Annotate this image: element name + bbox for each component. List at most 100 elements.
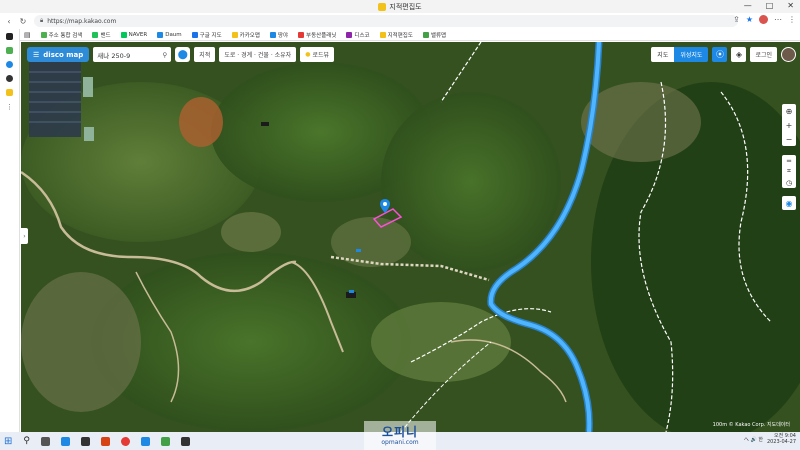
edge-icon[interactable] [60, 436, 70, 446]
bookmark-star-icon[interactable]: ★ [746, 15, 753, 24]
map-view-option[interactable]: 지도 [651, 47, 675, 62]
chrome-icon[interactable] [120, 436, 130, 446]
watermark-title: 오피니 [381, 424, 419, 439]
lock-icon: 🔒︎ [40, 17, 44, 24]
bookmark-item[interactable]: 지적편집도 [379, 31, 413, 39]
reload-icon[interactable]: ↻ [18, 17, 28, 26]
bookmark-icon [191, 31, 198, 38]
bookmark-icon [157, 31, 164, 38]
roadview-chip[interactable]: ● 로드뷰 [300, 47, 335, 62]
sidebar-green-icon[interactable] [6, 47, 13, 54]
bookmark-item[interactable]: 부동산플래닛 [298, 31, 336, 39]
tray-icons[interactable]: へ 🔊 한 [744, 436, 763, 443]
pin-button[interactable]: ⬤ [175, 47, 191, 62]
maximize-button[interactable]: □ [766, 1, 774, 10]
my-location-button[interactable]: ◉ [782, 196, 796, 210]
bookmark-icon [92, 31, 99, 38]
user-avatar[interactable] [781, 47, 796, 62]
bookmark-icon [298, 31, 305, 38]
measure-distance-icon[interactable]: ═ [787, 155, 791, 166]
profile-icon[interactable] [759, 15, 768, 24]
layers-icon: ◈ [735, 50, 743, 59]
history-icon[interactable]: ◷ [786, 177, 792, 188]
cadastral-chip[interactable]: 지적 [194, 47, 216, 62]
sidebar-blue-icon[interactable] [6, 61, 13, 68]
bookmark-item[interactable]: 디스코 [346, 31, 370, 39]
sidebar-dark-icon[interactable] [6, 75, 13, 82]
search-taskbar-icon[interactable]: ⚲ [23, 436, 30, 446]
window-titlebar: 지적편집도 — □ ✕ [0, 0, 800, 13]
sidebar-yellow-icon[interactable] [6, 89, 13, 96]
bookmark-item[interactable]: 땅야 [269, 31, 288, 39]
close-button[interactable]: ✕ [787, 1, 794, 10]
location-button[interactable]: ⦿ [712, 47, 728, 62]
app-icon-5[interactable] [180, 436, 190, 446]
layers-button[interactable]: ◈ [731, 47, 747, 62]
marker-pin-icon [380, 199, 390, 213]
bookmarks-bar: ▤ 주소 통합 검색 밴드 NAVER Daum 구글 지도 카카오맵 땅야 부… [20, 29, 800, 41]
satellite-map[interactable]: ☰ disco map 새나 250-9 ⚲ ⬤ 지적 도로 · 경계 · 건물… [21, 42, 800, 432]
bookmark-icon [379, 31, 386, 38]
clock-date: 2023-04-27 [766, 439, 796, 445]
map-top-right-controls: 지도 위성지도 ⦿ ◈ 로그인 [651, 47, 796, 62]
bookmark-icon [120, 31, 127, 38]
search-value: 새나 250-9 [97, 51, 131, 60]
window-controls: — □ ✕ [744, 1, 794, 10]
bookmark-item[interactable]: Daum [157, 31, 182, 38]
login-button[interactable]: 로그인 [750, 47, 777, 62]
watermark-logo: 오피니 opmani.com [364, 421, 436, 450]
bookmark-icon [269, 31, 276, 38]
url-text: https://map.kakao.com [47, 17, 117, 25]
address-search-input[interactable]: 새나 250-9 ⚲ [93, 47, 172, 62]
share-icon[interactable]: ⇪ [733, 15, 740, 24]
back-icon[interactable]: ‹ [4, 17, 14, 26]
compass-icon[interactable]: ⊕ [786, 104, 793, 118]
bookmark-item[interactable]: 밴드 [92, 31, 111, 39]
address-bar[interactable]: 🔒︎ https://map.kakao.com [34, 15, 738, 27]
panel-expand-tab[interactable]: › [21, 228, 28, 244]
location-marker[interactable] [380, 199, 390, 215]
sidebar-app-icon[interactable] [6, 33, 13, 40]
site-favicon [378, 2, 387, 11]
zoom-out-button[interactable]: − [786, 132, 793, 146]
window-title-text: 지적편집도 [389, 2, 422, 11]
app-icon-2[interactable] [100, 436, 110, 446]
sidebar-more-icon[interactable]: ⋮ [6, 103, 13, 111]
map-scale: 100m © Kakao Corp. 지도데이터 [712, 422, 790, 428]
app-icon-4[interactable] [160, 436, 170, 446]
apps-icon[interactable]: ▤ [24, 31, 31, 39]
bookmark-item[interactable]: 구글 지도 [191, 31, 222, 39]
bookmark-item[interactable]: 밸류맵 [422, 31, 446, 39]
watermark-url: opmani.com [381, 438, 419, 446]
minimize-button[interactable]: — [744, 1, 752, 10]
app-logo-button[interactable]: ☰ disco map [27, 47, 90, 62]
layer-options-chip[interactable]: 도로 · 경계 · 건물 · 소유자 [219, 47, 297, 62]
measure-area-icon[interactable]: ⌗ [787, 166, 791, 177]
pin-icon: ⬤ [177, 49, 188, 60]
location-icon: ⦿ [715, 50, 724, 59]
zoom-controls: ⊕ + − [782, 104, 796, 146]
satellite-imagery [21, 42, 800, 432]
address-actions: ⇪ ★ ⋯ ⋮ [733, 15, 796, 24]
chevron-right-icon: › [23, 232, 26, 240]
app-icon-1[interactable] [80, 436, 90, 446]
hamburger-icon: ☰ [33, 50, 40, 59]
bookmark-item[interactable]: 주소 통합 검색 [40, 31, 82, 39]
my-location-icon: ◉ [785, 198, 793, 208]
start-icon[interactable]: ⊞ [4, 436, 12, 447]
satellite-view-option[interactable]: 위성지도 [674, 47, 709, 62]
task-view-icon[interactable] [40, 436, 50, 446]
search-icon[interactable]: ⚲ [163, 51, 168, 59]
bookmark-icon [231, 31, 238, 38]
app-icon-3[interactable] [140, 436, 150, 446]
zoom-in-button[interactable]: + [786, 118, 793, 132]
system-tray: へ 🔊 한 오전 9:04 2023-04-27 [744, 433, 796, 445]
bookmark-item[interactable]: 카카오맵 [231, 31, 260, 39]
bookmark-item[interactable]: NAVER [120, 31, 147, 38]
menu-icon[interactable]: ⋮ [788, 15, 796, 24]
extensions-icon[interactable]: ⋯ [774, 15, 782, 24]
map-tools: ═ ⌗ ◷ [782, 155, 796, 188]
clock[interactable]: 오전 9:04 2023-04-27 [767, 433, 796, 445]
browser-sidebar: ⋮ [0, 29, 20, 432]
bookmark-icon [40, 31, 47, 38]
